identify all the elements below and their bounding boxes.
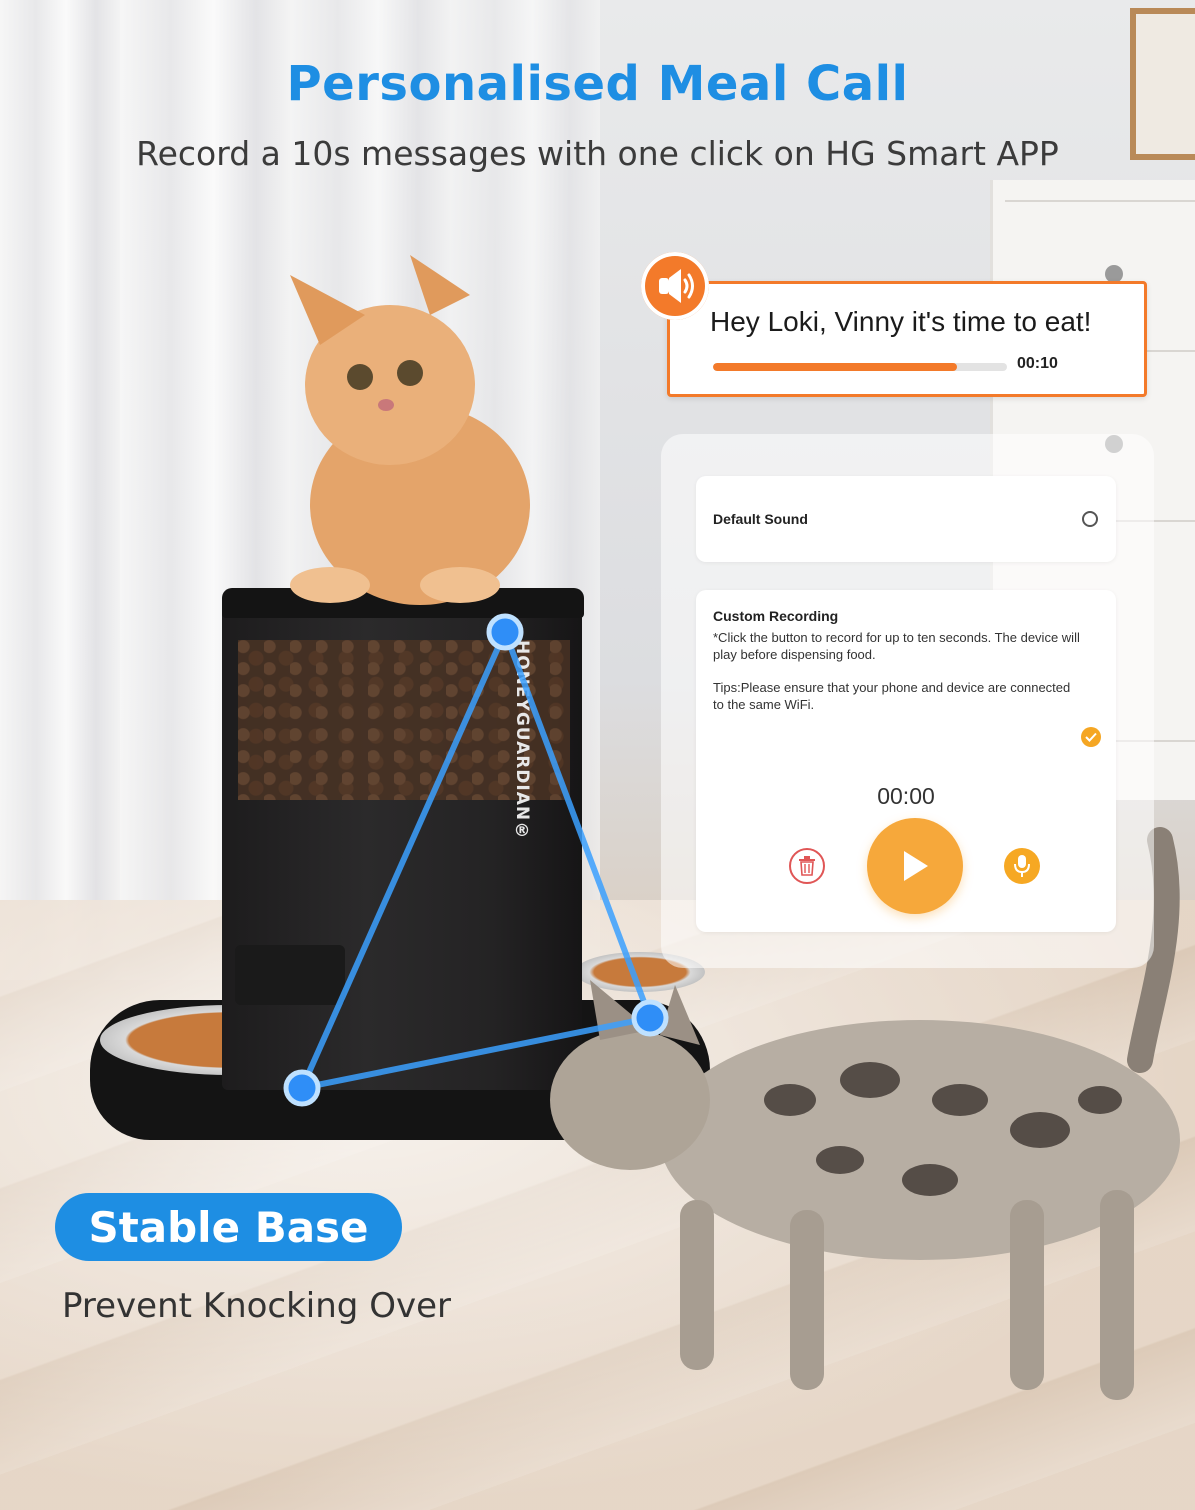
stable-base-subtitle: Prevent Knocking Over	[62, 1286, 451, 1326]
custom-recording-label: Custom Recording	[713, 608, 839, 624]
brand-logo: HONEYGUARDIAN®	[512, 640, 532, 843]
voice-progress-fill	[713, 363, 958, 371]
page-title: Personalised Meal Call	[286, 56, 909, 112]
mic-icon	[1014, 855, 1030, 877]
voice-message-text: Hey Loki, Vinny it's time to eat!	[710, 306, 1092, 337]
trash-icon	[799, 856, 815, 876]
kitten-image	[290, 255, 530, 605]
custom-recording-option[interactable]: Custom Recording *Click the button to re…	[696, 590, 1116, 932]
check-icon[interactable]	[1081, 727, 1101, 747]
cabinet-edge	[1005, 200, 1195, 202]
custom-recording-tips: Tips:Please ensure that your phone and d…	[713, 680, 1071, 712]
play-recording-button[interactable]	[867, 818, 963, 914]
default-sound-radio[interactable]	[1082, 511, 1098, 527]
stable-base-badge: Stable Base	[55, 1193, 402, 1261]
custom-recording-description: *Click the button to record for up to te…	[713, 630, 1080, 662]
voice-duration: 00:10	[1017, 355, 1058, 372]
delete-recording-button[interactable]	[789, 848, 825, 884]
page-subtitle: Record a 10s messages with one click on …	[136, 134, 1059, 173]
default-sound-label: Default Sound	[713, 511, 808, 527]
speaker-icon	[641, 252, 709, 320]
voice-message-card: Hey Loki, Vinny it's time to eat! 00:10	[667, 281, 1147, 397]
default-sound-option[interactable]: Default Sound	[696, 476, 1116, 562]
feeder-spout	[235, 945, 345, 1005]
record-button[interactable]	[1004, 848, 1040, 884]
recording-timer: 00:00	[877, 783, 935, 809]
app-settings-panel: Default Sound Custom Recording *Click th…	[661, 434, 1154, 968]
voice-progress-bar	[713, 363, 1007, 371]
play-icon	[904, 851, 928, 881]
stable-base-label: Stable Base	[88, 1202, 369, 1252]
